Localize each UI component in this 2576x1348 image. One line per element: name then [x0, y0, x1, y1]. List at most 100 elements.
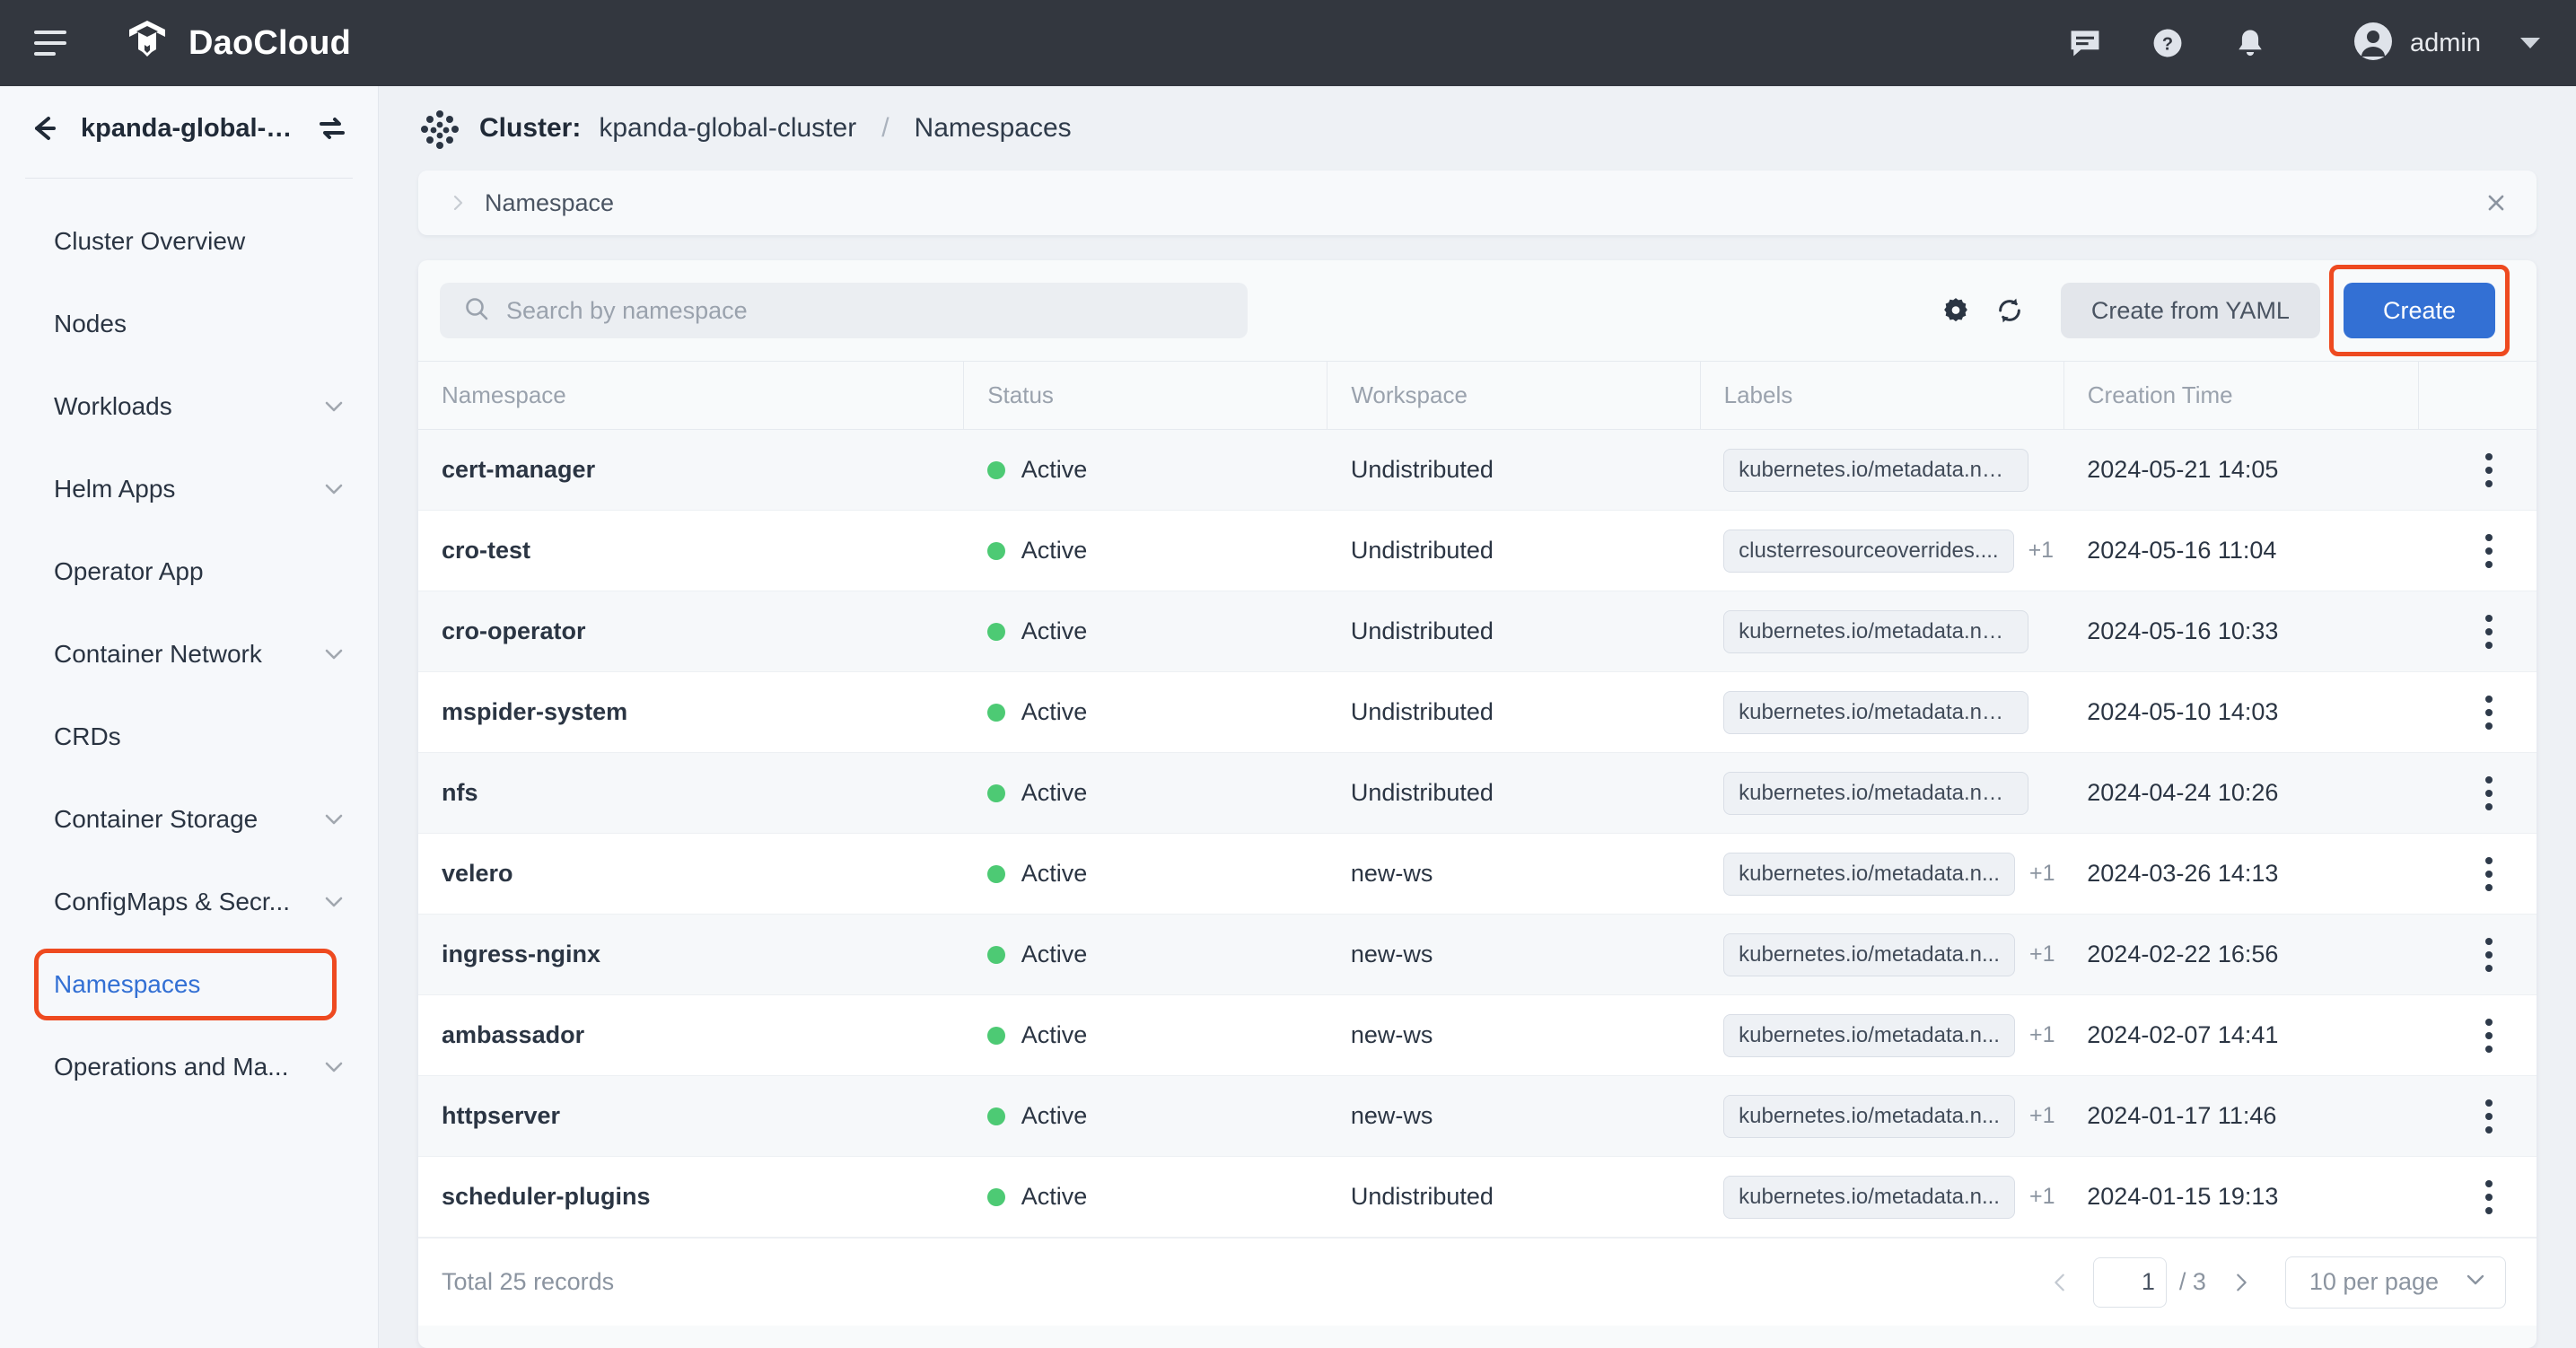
column-header-creation-time[interactable]: Creation Time [2063, 362, 2418, 430]
cell-namespace[interactable]: velero [418, 834, 964, 915]
sidebar-item-crds[interactable]: CRDs [0, 696, 378, 778]
table-row[interactable]: cro-test Active Undistributed clusterres… [418, 511, 2537, 591]
cell-namespace[interactable]: scheduler-plugins [418, 1157, 964, 1238]
chevron-down-icon [322, 477, 346, 501]
top-icons: ? admin [2065, 21, 2540, 66]
table-header: Namespace Status Workspace Labels Creati… [418, 362, 2537, 430]
chevron-right-icon[interactable] [2221, 1262, 2262, 1303]
sidebar-item-workloads[interactable]: Workloads [0, 365, 378, 448]
namespaces-table: Namespace Status Workspace Labels Creati… [418, 361, 2537, 1238]
label-overflow[interactable]: +1 [2029, 1103, 2055, 1129]
table-row[interactable]: httpserver Active new-ws kubernetes.io/m… [418, 1076, 2537, 1157]
cell-workspace: Undistributed [1327, 591, 1700, 672]
refresh-icon[interactable] [1989, 290, 2030, 331]
label-chip[interactable]: clusterresourceoverrides.... [1723, 530, 2013, 573]
table-row[interactable]: mspider-system Active Undistributed kube… [418, 672, 2537, 753]
cell-namespace[interactable]: cro-operator [418, 591, 964, 672]
row-menu-icon[interactable] [2441, 1099, 2537, 1134]
table-row[interactable]: cro-operator Active Undistributed kubern… [418, 591, 2537, 672]
sidebar-item-operations-and-maintenance[interactable]: Operations and Ma... [0, 1026, 378, 1108]
breadcrumb-cluster[interactable]: kpanda-global-cluster [599, 113, 856, 144]
help-icon[interactable]: ? [2148, 23, 2187, 63]
cell-namespace[interactable]: cro-test [418, 511, 964, 591]
column-header-status[interactable]: Status [964, 362, 1327, 430]
label-chip[interactable]: kubernetes.io/metadata.n... [1723, 1014, 2015, 1057]
switch-cluster-icon[interactable] [317, 113, 347, 144]
row-menu-icon[interactable] [2441, 1180, 2537, 1214]
chevron-down-icon[interactable] [2520, 38, 2540, 48]
table-row[interactable]: ingress-nginx Active new-ws kubernetes.i… [418, 915, 2537, 995]
row-menu-icon[interactable] [2441, 857, 2537, 891]
cell-namespace[interactable]: httpserver [418, 1076, 964, 1157]
row-menu-icon[interactable] [2441, 696, 2537, 730]
row-menu-icon[interactable] [2441, 534, 2537, 568]
row-menu-icon[interactable] [2441, 776, 2537, 810]
label-chip[interactable]: kubernetes.io/metadata.n... [1723, 933, 2015, 976]
sidebar-item-namespaces[interactable]: Namespaces [0, 943, 378, 1026]
search-input[interactable]: Search by namespace [440, 283, 1248, 338]
label-overflow[interactable]: +1 [2029, 941, 2055, 967]
avatar [2353, 21, 2394, 66]
create-button[interactable]: Create [2344, 283, 2495, 338]
table-row[interactable]: nfs Active Undistributed kubernetes.io/m… [418, 753, 2537, 834]
sidebar-item-nodes[interactable]: Nodes [0, 283, 378, 365]
cell-namespace[interactable]: ingress-nginx [418, 915, 964, 995]
back-arrow-icon[interactable] [27, 111, 61, 145]
label-chip[interactable]: kubernetes.io/metadata.nam... [1723, 610, 2028, 653]
page-input[interactable] [2093, 1257, 2167, 1308]
status-dot-icon [987, 623, 1005, 641]
column-header-labels[interactable]: Labels [1700, 362, 2063, 430]
cell-namespace[interactable]: ambassador [418, 995, 964, 1076]
label-chip[interactable]: kubernetes.io/metadata.nam... [1723, 449, 2028, 492]
table-row[interactable]: cert-manager Active Undistributed kubern… [418, 430, 2537, 511]
row-menu-icon[interactable] [2441, 938, 2537, 972]
table-row[interactable]: scheduler-plugins Active Undistributed k… [418, 1157, 2537, 1238]
cell-actions [2418, 591, 2537, 672]
cell-status: Active [964, 995, 1327, 1076]
sidebar-item-configmaps-secrets[interactable]: ConfigMaps & Secr... [0, 861, 378, 943]
gear-icon[interactable] [1935, 290, 1976, 331]
chevron-left-icon[interactable] [2039, 1262, 2081, 1303]
table-row[interactable]: velero Active new-ws kubernetes.io/metad… [418, 834, 2537, 915]
hamburger-icon[interactable] [34, 24, 72, 62]
status-dot-icon [987, 1027, 1005, 1045]
column-header-namespace[interactable]: Namespace [418, 362, 964, 430]
label-chip[interactable]: kubernetes.io/metadata.nam... [1723, 772, 2028, 815]
cell-namespace[interactable]: mspider-system [418, 672, 964, 753]
cell-namespace[interactable]: cert-manager [418, 430, 964, 511]
table-row[interactable]: ambassador Active new-ws kubernetes.io/m… [418, 995, 2537, 1076]
row-menu-icon[interactable] [2441, 453, 2537, 487]
cell-creation-time: 2024-03-26 14:13 [2063, 834, 2418, 915]
close-icon[interactable] [2481, 188, 2511, 218]
chevron-right-icon[interactable] [449, 194, 467, 212]
chat-icon[interactable] [2065, 23, 2105, 63]
status-text: Active [1021, 941, 1088, 968]
sidebar-item-helm-apps[interactable]: Helm Apps [0, 448, 378, 530]
label-chip[interactable]: kubernetes.io/metadata.n... [1723, 1095, 2015, 1138]
search-placeholder: Search by namespace [506, 297, 748, 325]
cell-actions [2418, 915, 2537, 995]
label-chip[interactable]: kubernetes.io/metadata.nam... [1723, 691, 2028, 734]
cell-status: Active [964, 591, 1327, 672]
label-overflow[interactable]: +1 [2029, 1184, 2055, 1210]
label-chip[interactable]: kubernetes.io/metadata.n... [1723, 853, 2015, 896]
per-page-select[interactable]: 10 per page [2285, 1256, 2506, 1309]
sidebar-item-container-network[interactable]: Container Network [0, 613, 378, 696]
bell-icon[interactable] [2230, 23, 2270, 63]
row-menu-icon[interactable] [2441, 1019, 2537, 1053]
cell-namespace[interactable]: nfs [418, 753, 964, 834]
breadcrumb-page: Namespaces [915, 113, 1072, 144]
sidebar-item-container-storage[interactable]: Container Storage [0, 778, 378, 861]
brand[interactable]: DaoCloud [124, 19, 351, 67]
sidebar-item-operator-app[interactable]: Operator App [0, 530, 378, 613]
user-menu[interactable]: admin [2353, 21, 2540, 66]
row-menu-icon[interactable] [2441, 615, 2537, 649]
label-overflow[interactable]: +1 [2029, 1022, 2055, 1048]
label-chip[interactable]: kubernetes.io/metadata.n... [1723, 1176, 2015, 1219]
label-overflow[interactable]: +1 [2029, 861, 2055, 887]
label-overflow[interactable]: +1 [2028, 538, 2055, 564]
sidebar-item-cluster-overview[interactable]: Cluster Overview [0, 200, 378, 283]
column-header-workspace[interactable]: Workspace [1327, 362, 1700, 430]
create-from-yaml-button[interactable]: Create from YAML [2061, 283, 2320, 338]
cell-workspace: new-ws [1327, 834, 1700, 915]
